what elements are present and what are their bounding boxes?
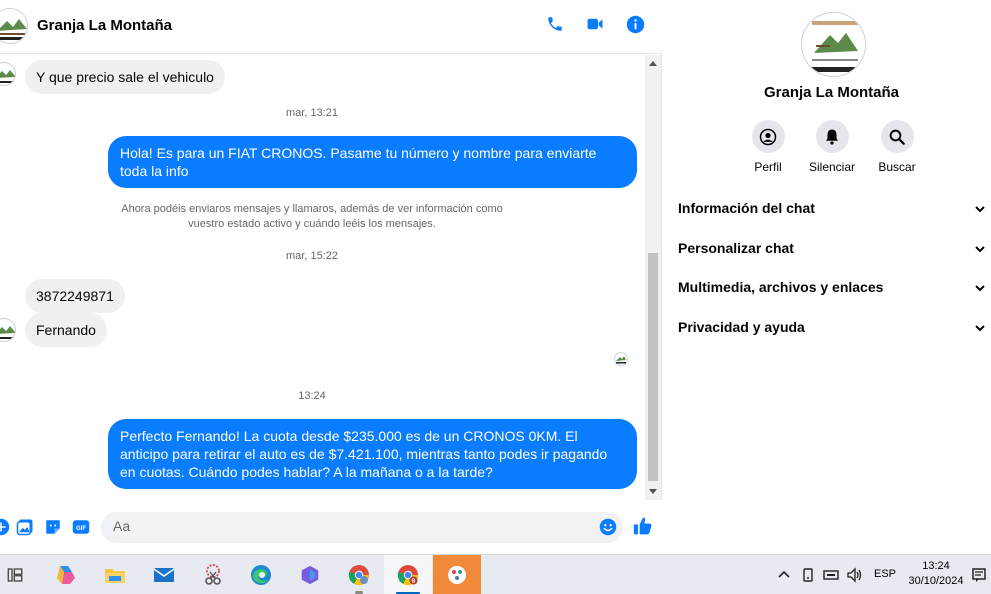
emoji-icon[interactable] [599,518,617,536]
task-view-icon[interactable] [0,555,39,594]
search-action[interactable]: Buscar [867,120,927,174]
section-privacy-help[interactable]: Privacidad y ayuda [678,319,991,343]
phone-icon[interactable] [546,15,564,33]
bell-icon [826,129,838,145]
profile-avatar[interactable] [801,12,866,77]
chevron-down-icon [974,202,986,214]
sender-avatar [0,62,16,86]
timestamp: mar, 13:21 [286,107,338,119]
thumbs-up-icon[interactable] [633,516,653,536]
message-list: Y que precio sale el vehiculo mar, 13:21… [0,55,645,500]
taskbar: B ESP 13:24 30/10/2024 [0,554,991,594]
profile-action[interactable]: Perfil [738,120,798,174]
svg-text:GIF: GIF [76,526,86,532]
copilot-app-icon[interactable] [286,555,334,594]
contact-avatar[interactable] [0,8,28,44]
section-label: Personalizar chat [678,240,794,256]
search-icon [889,129,905,145]
mute-action[interactable]: Silenciar [802,120,862,174]
chat-info-pane: Granja La Montaña Perfil Silenciar Busca… [663,0,991,554]
chevron-up-icon[interactable] [776,567,792,583]
mute-button[interactable] [815,120,849,153]
snipping-tool-icon[interactable] [189,555,237,594]
section-label: Información del chat [678,200,815,216]
notifications-icon[interactable] [972,555,991,594]
svg-text:B: B [412,579,416,585]
profile-button[interactable] [751,120,785,153]
message-input[interactable] [113,518,583,534]
sender-avatar [0,318,16,342]
mute-label: Silenciar [808,160,856,174]
clock-time: 13:24 [922,560,950,572]
language-indicator[interactable]: ESP [874,568,896,580]
volume-icon[interactable] [846,567,864,583]
timestamp: mar, 15:22 [286,250,338,262]
sticker-icon[interactable] [44,518,62,536]
video-call-icon[interactable] [586,15,604,33]
scroll-up-arrow-icon[interactable] [649,61,657,66]
chat-notice: Ahora podéis enviaros mensajes y llamaro… [121,203,503,230]
timestamp: 13:24 [298,390,326,402]
chevron-down-icon [974,281,986,293]
scroll-down-arrow-icon[interactable] [649,489,657,494]
edge-browser-icon[interactable] [237,555,285,594]
device-icon[interactable] [800,567,816,583]
incoming-message[interactable]: Fernando [25,313,107,347]
clock-date: 30/10/2024 [908,575,964,587]
gif-icon[interactable]: GIF [72,518,90,536]
network-icon[interactable] [822,567,840,583]
chat-header: Granja La Montaña [0,0,662,54]
copilot-icon[interactable] [42,555,90,594]
system-clock[interactable]: 13:24 30/10/2024 [898,559,974,589]
image-icon[interactable] [16,518,34,536]
composer: GIF [0,500,662,554]
section-customize-chat[interactable]: Personalizar chat [678,240,991,264]
section-label: Multimedia, archivos y enlaces [678,279,884,295]
info-icon[interactable] [626,15,645,34]
message-input-box[interactable] [101,512,623,543]
profile-label: Perfil [754,160,782,174]
scroll-thumb[interactable] [648,253,658,481]
incoming-message[interactable]: Y que precio sale el vehiculo [25,60,225,94]
outgoing-message[interactable]: Perfecto Fernando! La cuota desde $235.0… [108,419,637,489]
chrome-icon[interactable] [335,555,383,594]
search-label: Buscar [878,160,916,174]
seen-avatar-icon [614,352,628,366]
mail-icon[interactable] [140,555,188,594]
paint-app-icon[interactable] [433,555,481,594]
incoming-message[interactable]: 3872249871 [25,279,125,313]
section-label: Privacidad y ayuda [678,319,805,335]
chrome-profile-icon[interactable]: B [384,555,432,594]
chevron-down-icon [974,242,986,254]
message-scrollbar[interactable] [645,55,661,500]
search-button[interactable] [880,120,914,153]
chat-pane: Granja La Montaña Y que precio sale el v… [0,0,662,554]
file-explorer-icon[interactable] [91,555,139,594]
system-tray [776,555,864,594]
user-circle-icon [759,128,777,145]
outgoing-message[interactable]: Hola! Es para un FIAT CRONOS. Pasame tu … [108,136,637,188]
plus-icon[interactable] [0,518,10,536]
chevron-down-icon [974,321,986,333]
chat-title[interactable]: Granja La Montaña [37,17,172,34]
section-media-files-links[interactable]: Multimedia, archivos y enlaces [678,279,991,303]
section-chat-info[interactable]: Información del chat [678,200,991,224]
profile-name: Granja La Montaña [763,84,900,101]
